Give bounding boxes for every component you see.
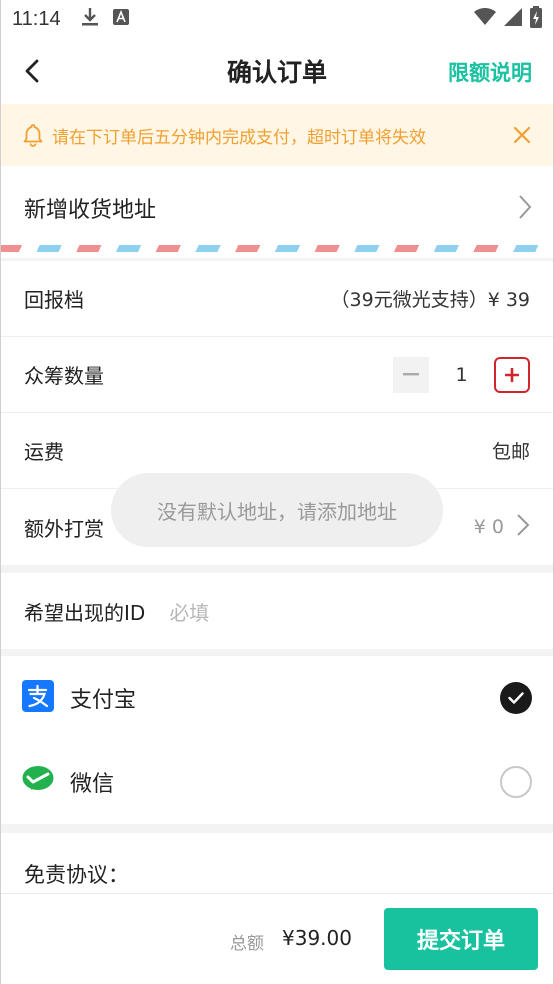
- page-title: 确认订单: [226, 58, 327, 87]
- total-label: 总额: [230, 934, 264, 954]
- status-bar: 11:14: [0, 0, 554, 38]
- extra-tip-value: ¥ 0: [473, 516, 504, 538]
- submit-order-button[interactable]: 提交订单: [384, 908, 538, 970]
- quantity-row: 众筹数量 1: [0, 337, 554, 413]
- quantity-stepper: 1: [393, 356, 530, 393]
- nav-header: 确认订单 限额说明: [0, 38, 554, 104]
- alipay-label: 支付宝: [70, 688, 137, 713]
- add-address-label: 新增收货地址: [24, 198, 157, 223]
- disclaimer-label: 免责协议：: [24, 863, 129, 887]
- alipay-radio-checked[interactable]: [500, 682, 532, 714]
- quantity-label: 众筹数量: [24, 364, 104, 388]
- wechat-label: 微信: [70, 772, 115, 797]
- payment-option-wechat[interactable]: 微信: [0, 740, 554, 824]
- status-time: 11:14: [12, 7, 61, 30]
- signal-icon: [504, 8, 522, 30]
- reward-tier-row: 回报档 （39元微光支持）¥ 39: [0, 261, 554, 337]
- increase-button[interactable]: [494, 356, 530, 393]
- decrease-button[interactable]: [393, 356, 429, 393]
- airmail-stripe-divider: [0, 245, 554, 252]
- payment-option-alipay[interactable]: 支付宝: [0, 656, 554, 740]
- back-icon[interactable]: [18, 56, 48, 86]
- bell-icon: [22, 123, 44, 147]
- wifi-icon: [474, 7, 496, 30]
- reward-tier-label: 回报档: [24, 288, 84, 312]
- wechat-icon: [22, 765, 54, 799]
- quantity-value: 1: [455, 363, 468, 386]
- total-value: ¥39.00: [282, 926, 352, 950]
- checkout-bar: 总额 ¥39.00 提交订单: [0, 893, 554, 984]
- limit-info-link[interactable]: 限额说明: [448, 57, 532, 87]
- notice-text: 请在下订单后五分钟内完成支付，超时订单将失效: [52, 127, 426, 148]
- download-icon: [81, 7, 99, 31]
- display-id-label: 希望出现的ID: [24, 600, 146, 625]
- shipping-label: 运费: [24, 440, 64, 464]
- wechat-radio-unchecked[interactable]: [500, 766, 532, 798]
- a-icon: [112, 9, 129, 29]
- battery-icon: [530, 6, 542, 32]
- reward-tier-value: （39元微光支持）¥ 39: [330, 289, 530, 311]
- shipping-value: 包邮: [491, 441, 530, 463]
- alipay-icon: [22, 680, 54, 716]
- timeout-notice-banner: 请在下订单后五分钟内完成支付，超时订单将失效: [0, 104, 554, 166]
- disclaimer-section: 免责协议：: [0, 833, 554, 893]
- chevron-right-icon: [516, 513, 530, 542]
- extra-tip-label: 额外打赏: [24, 516, 104, 541]
- display-id-row: 希望出现的ID 必填: [0, 573, 554, 649]
- add-address-row[interactable]: 新增收货地址: [0, 166, 554, 258]
- close-icon[interactable]: [512, 125, 532, 145]
- display-id-input[interactable]: 必填: [169, 597, 209, 626]
- toast-message: 没有默认地址，请添加地址: [111, 473, 443, 547]
- chevron-right-icon: [518, 194, 532, 220]
